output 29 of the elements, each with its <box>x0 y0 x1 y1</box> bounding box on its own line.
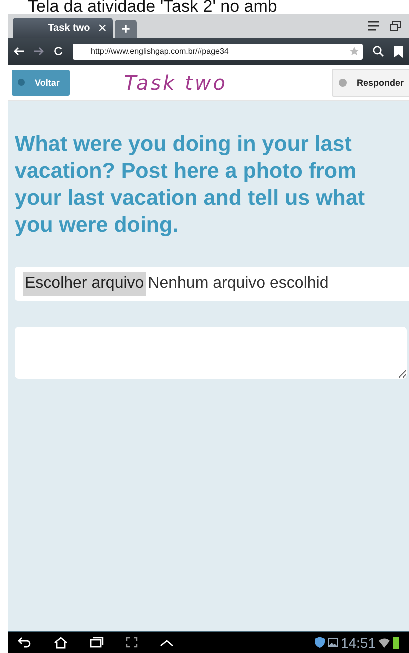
search-icon[interactable] <box>373 46 384 57</box>
reload-icon[interactable] <box>54 47 63 56</box>
forward-arrow-icon[interactable] <box>34 47 44 56</box>
answer-button[interactable]: Responder <box>332 68 409 96</box>
browser-tab[interactable]: Task two × <box>13 18 113 38</box>
menu-icon[interactable] <box>368 21 380 31</box>
choose-file-button[interactable]: Escolher arquivo <box>23 272 146 296</box>
file-status-text: Nenhum arquivo escolhid <box>148 275 329 293</box>
page-title: Task two <box>123 70 228 94</box>
back-arrow-icon[interactable] <box>14 47 24 56</box>
caption-text: Tela da atividade 'Task 2' no amb <box>27 0 278 14</box>
file-input[interactable]: Escolher arquivo Nenhum arquivo escolhid <box>15 267 409 301</box>
new-tab-button[interactable]: + <box>115 20 137 38</box>
image-icon <box>328 638 338 647</box>
text-field[interactable] <box>15 327 407 379</box>
star-icon[interactable] <box>350 47 359 56</box>
wifi-icon <box>379 638 390 648</box>
address-bar[interactable]: http://www.englishgap.com.br/#page34 <box>73 44 363 60</box>
recent-apps-icon[interactable] <box>90 637 104 648</box>
question-text: What were you doing in your last vacation? Post here a photo from your last vacation and tell us what you were doing. <box>15 131 366 239</box>
windows-icon[interactable] <box>390 21 401 31</box>
clock-text: 14:51 <box>340 634 376 650</box>
battery-icon <box>393 636 399 648</box>
home-icon[interactable] <box>54 636 68 648</box>
shield-icon <box>314 637 325 648</box>
up-caret-icon[interactable] <box>160 638 174 646</box>
bookmark-icon[interactable] <box>394 46 403 58</box>
close-tab-button[interactable]: × <box>98 20 107 36</box>
screenshot-icon[interactable] <box>126 637 138 648</box>
